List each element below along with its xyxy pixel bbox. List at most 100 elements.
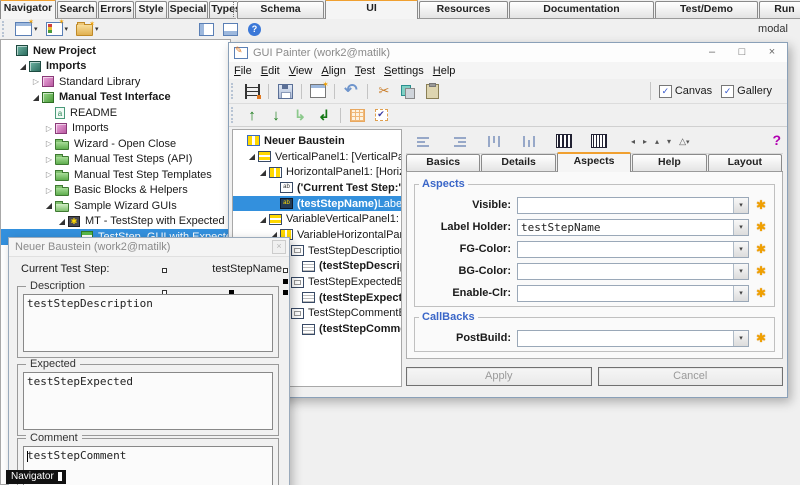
widget-tree-item[interactable]: VerticalPanel1: [VerticalPanelView] xyxy=(233,149,401,165)
panel-bottom-button[interactable] xyxy=(221,20,241,38)
widget-tree-item[interactable]: ('Current Test Step:') Lab xyxy=(233,180,401,196)
aspect-star-icon[interactable] xyxy=(754,331,768,345)
menu-view[interactable]: View xyxy=(289,65,313,77)
tree-item[interactable]: Imports xyxy=(1,121,230,137)
tab-schema[interactable]: Schema xyxy=(237,1,324,18)
label-holder-combo[interactable]: testStepName xyxy=(517,219,749,236)
minimize-button[interactable]: – xyxy=(697,44,727,62)
expand-icon[interactable] xyxy=(43,139,55,148)
new-folder-dropdown-button[interactable]: ▾ xyxy=(74,20,101,38)
save-button[interactable] xyxy=(275,82,295,100)
tree-item[interactable]: New Project xyxy=(1,43,230,59)
tree-item[interactable]: Manual Test Steps (API) xyxy=(1,152,230,168)
checkbox-button[interactable] xyxy=(371,106,391,124)
tab-navigator[interactable]: Navigator xyxy=(0,0,56,19)
dropdown-button[interactable] xyxy=(733,220,748,235)
close-button[interactable]: × xyxy=(757,44,787,62)
expand-icon[interactable] xyxy=(30,77,42,86)
new-view-dropdown-button[interactable]: ▾ xyxy=(13,20,40,38)
bg-color-combo[interactable] xyxy=(517,263,749,280)
expand-icon[interactable] xyxy=(43,124,55,133)
painter-titlebar[interactable]: GUI Painter (work2@matilk) – □ × xyxy=(229,43,787,63)
align-bottom-button[interactable] xyxy=(519,132,539,150)
next-button[interactable]: ▸ xyxy=(643,137,647,146)
collapse-icon[interactable] xyxy=(257,168,269,177)
copy-button[interactable] xyxy=(398,82,418,100)
gallery-button[interactable] xyxy=(242,82,262,100)
cut-button[interactable] xyxy=(374,82,394,100)
props-tab-aspects[interactable]: Aspects xyxy=(557,152,631,172)
aspect-star-icon[interactable] xyxy=(754,198,768,212)
form-titlebar[interactable]: Neuer Baustein (work2@matilk) × xyxy=(9,238,289,257)
aspect-star-icon[interactable] xyxy=(754,264,768,278)
tab-run[interactable]: Run xyxy=(759,1,800,18)
form-close-button[interactable]: × xyxy=(272,240,286,254)
collapse-icon[interactable] xyxy=(30,93,42,102)
tree-item[interactable]: Imports xyxy=(1,59,230,75)
menu-test[interactable]: Test xyxy=(355,65,375,77)
distribute-v-button[interactable] xyxy=(589,132,609,150)
maximize-button[interactable]: □ xyxy=(727,44,757,62)
align-right-button[interactable] xyxy=(449,132,469,150)
collapse-icon[interactable] xyxy=(43,201,55,210)
enable-clr-combo[interactable] xyxy=(517,285,749,302)
selection-handle[interactable] xyxy=(283,290,288,295)
tree-item[interactable]: Sample Wizard GUIs xyxy=(1,198,230,214)
widget-tree-item[interactable]: VariableVerticalPanel1: [Variab xyxy=(233,211,401,227)
dropdown-button[interactable] xyxy=(733,286,748,301)
panel-left-button[interactable] xyxy=(197,20,217,38)
align-left-button[interactable] xyxy=(414,132,434,150)
widget-tree-item[interactable]: Neuer Baustein xyxy=(233,133,401,149)
new-list-dropdown-button[interactable]: ▾ xyxy=(44,20,71,38)
collapse-icon[interactable] xyxy=(56,217,68,226)
tab-test-demo[interactable]: Test/Demo xyxy=(655,1,758,18)
menu-align[interactable]: Align xyxy=(321,65,345,77)
gallery-checkbox[interactable] xyxy=(721,85,734,98)
dropdown-button[interactable] xyxy=(733,331,748,346)
menu-edit[interactable]: Edit xyxy=(261,65,280,77)
tree-item[interactable]: Basic Blocks & Helpers xyxy=(1,183,230,199)
widget-tree-item[interactable]: (testStepName) Label2: [L xyxy=(233,196,401,212)
move-in-button[interactable] xyxy=(290,106,310,124)
tree-item[interactable]: README xyxy=(1,105,230,121)
collapse-icon[interactable] xyxy=(17,62,29,71)
dropdown-button[interactable] xyxy=(733,242,748,257)
help-blue-button[interactable] xyxy=(245,20,265,38)
move-up-button[interactable] xyxy=(242,106,262,124)
tab-documentation[interactable]: Documentation xyxy=(509,1,654,18)
tab-search[interactable]: Search xyxy=(57,1,97,18)
collapse-icon[interactable] xyxy=(246,152,258,161)
widget-tree-item[interactable]: HorizontalPanel1: [HorizontalP xyxy=(233,164,401,180)
props-tab-layout[interactable]: Layout xyxy=(708,154,782,171)
new-window-button[interactable] xyxy=(308,82,328,100)
up-button[interactable]: ▴ xyxy=(655,137,659,146)
paste-button[interactable] xyxy=(422,82,442,100)
tree-item[interactable]: MT - TestStep with Expected xyxy=(1,214,230,230)
aspect-star-icon[interactable] xyxy=(754,286,768,300)
visible-combo[interactable] xyxy=(517,197,749,214)
menu-settings[interactable]: Settings xyxy=(384,65,424,77)
distribute-h-button[interactable] xyxy=(554,132,574,150)
expand-icon[interactable] xyxy=(43,170,55,179)
help-button[interactable]: ? xyxy=(772,132,781,148)
canvas-checkbox[interactable] xyxy=(659,85,672,98)
expand-icon[interactable] xyxy=(43,155,55,164)
apply-button[interactable]: Apply xyxy=(406,367,592,386)
dropdown-button[interactable] xyxy=(733,264,748,279)
expected-textarea[interactable]: testStepExpected xyxy=(23,372,273,430)
selection-handle[interactable] xyxy=(283,268,288,273)
fg-color-combo[interactable] xyxy=(517,241,749,258)
cancel-button[interactable]: Cancel xyxy=(598,367,784,386)
tab-resources[interactable]: Resources xyxy=(419,1,508,18)
menu-help[interactable]: Help xyxy=(433,65,456,77)
dropdown-button[interactable] xyxy=(733,198,748,213)
expand-icon[interactable] xyxy=(43,186,55,195)
aspect-star-icon[interactable] xyxy=(754,242,768,256)
down-button[interactable]: ▾ xyxy=(667,137,671,146)
raise-dropdown-button[interactable] xyxy=(679,136,689,147)
props-tab-help[interactable]: Help xyxy=(632,154,706,171)
postbuild-combo[interactable] xyxy=(517,330,749,347)
prev-button[interactable]: ◂ xyxy=(631,137,635,146)
tab-ui[interactable]: UI xyxy=(325,0,418,19)
move-out-button[interactable] xyxy=(314,106,334,124)
